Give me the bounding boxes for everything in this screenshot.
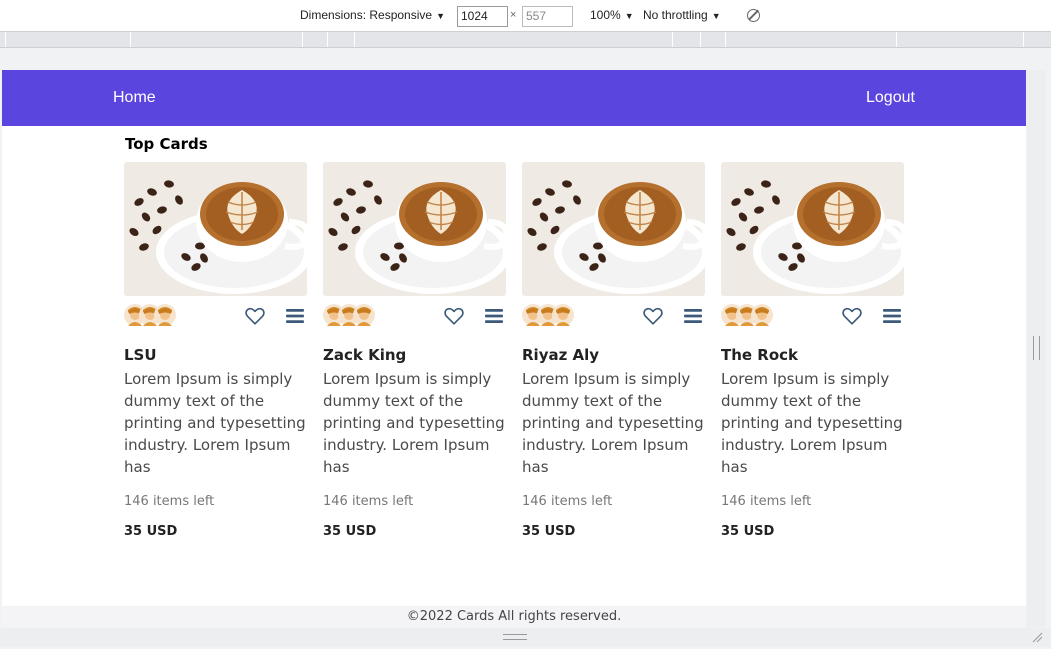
chevron-down-icon: ▼ — [624, 11, 634, 21]
avatar-icon — [353, 304, 375, 326]
card-stock: 146 items left — [323, 494, 414, 509]
chevron-down-icon: ▼ — [436, 11, 445, 21]
nav-logout-link[interactable]: Logout — [866, 89, 915, 107]
avatar-group — [721, 304, 781, 328]
ruler-tick — [672, 32, 673, 47]
avatar-group — [522, 304, 582, 328]
nav-home-link[interactable]: Home — [113, 89, 156, 107]
footer: ©2022 Cards All rights reserved. — [2, 606, 1026, 627]
card-title: The Rock — [721, 346, 799, 364]
width-input[interactable]: 1024 — [457, 6, 508, 27]
heart-icon[interactable] — [244, 305, 266, 327]
card-description: Lorem Ipsum is simply dummy text of the … — [522, 370, 704, 476]
dimensions-label: Dimensions: Responsive — [300, 8, 433, 22]
right-resize-grip[interactable] — [1033, 336, 1040, 360]
avatar-icon — [552, 304, 574, 326]
page-viewport: Home Logout Top Cards LSU Lorem Ipsum is… — [2, 70, 1026, 627]
coffee-cup-icon — [323, 162, 506, 296]
ruler-tick — [130, 32, 131, 47]
section-title: Top Cards — [125, 135, 208, 153]
card-stock: 146 items left — [124, 494, 215, 509]
ruler-tick — [896, 32, 897, 47]
card: LSU Lorem Ipsum is simply dummy text of … — [124, 162, 307, 539]
corner-resize-icon[interactable] — [1031, 631, 1043, 643]
rotate-icon[interactable] — [747, 9, 760, 22]
height-input[interactable]: 557 — [522, 6, 573, 27]
throttling-dropdown[interactable]: No throttling ▼ — [643, 8, 721, 22]
ruler-tick — [5, 32, 6, 47]
hamburger-menu-icon[interactable] — [484, 305, 504, 327]
zoom-dropdown[interactable]: 100% ▼ — [590, 8, 634, 22]
ruler-tick — [302, 32, 303, 47]
hamburger-menu-icon[interactable] — [882, 305, 902, 327]
avatar-icon — [751, 304, 773, 326]
card-price: 35 USD — [721, 524, 775, 539]
ruler-tick — [327, 32, 328, 47]
avatar-group — [323, 304, 383, 328]
card-price: 35 USD — [124, 524, 178, 539]
card-title: LSU — [124, 346, 157, 364]
card: The Rock Lorem Ipsum is simply dummy tex… — [721, 162, 904, 539]
avatar-group — [124, 304, 184, 328]
hamburger-menu-icon[interactable] — [285, 305, 305, 327]
ruler-tick — [354, 32, 355, 47]
hamburger-menu-icon[interactable] — [683, 305, 703, 327]
card-title: Zack King — [323, 346, 407, 364]
zoom-label: 100% — [590, 8, 621, 22]
card-price: 35 USD — [522, 524, 576, 539]
card-stock: 146 items left — [721, 494, 812, 509]
card-description: Lorem Ipsum is simply dummy text of the … — [323, 370, 505, 476]
dimensions-dropdown[interactable]: Dimensions: Responsive ▼ — [300, 8, 445, 22]
ruler-tick — [725, 32, 726, 47]
coffee-cup-icon — [522, 162, 705, 296]
times-separator: × — [510, 9, 517, 21]
avatar-icon — [154, 304, 176, 326]
card-description: Lorem Ipsum is simply dummy text of the … — [124, 370, 306, 476]
ruler-tick — [1023, 32, 1024, 47]
bottom-resize-grip[interactable] — [503, 634, 527, 640]
heart-icon[interactable] — [642, 305, 664, 327]
card-title: Riyaz Aly — [522, 346, 600, 364]
ruler-tick — [700, 32, 701, 47]
chevron-down-icon: ▼ — [711, 11, 721, 21]
card-description: Lorem Ipsum is simply dummy text of the … — [721, 370, 903, 476]
card-price: 35 USD — [323, 524, 377, 539]
card: Riyaz Aly Lorem Ipsum is simply dummy te… — [522, 162, 705, 539]
devtools-toolbar: Dimensions: Responsive ▼ 1024 × 557 100% ▼… — [0, 0, 1051, 32]
coffee-cup-icon — [721, 162, 904, 296]
throttling-label: No throttling — [643, 8, 708, 22]
navbar: Home Logout — [2, 70, 1026, 126]
heart-icon[interactable] — [443, 305, 465, 327]
media-query-ruler[interactable] — [0, 32, 1051, 48]
coffee-cup-icon — [124, 162, 307, 296]
card: Zack King Lorem Ipsum is simply dummy te… — [323, 162, 506, 539]
heart-icon[interactable] — [841, 305, 863, 327]
card-stock: 146 items left — [522, 494, 613, 509]
